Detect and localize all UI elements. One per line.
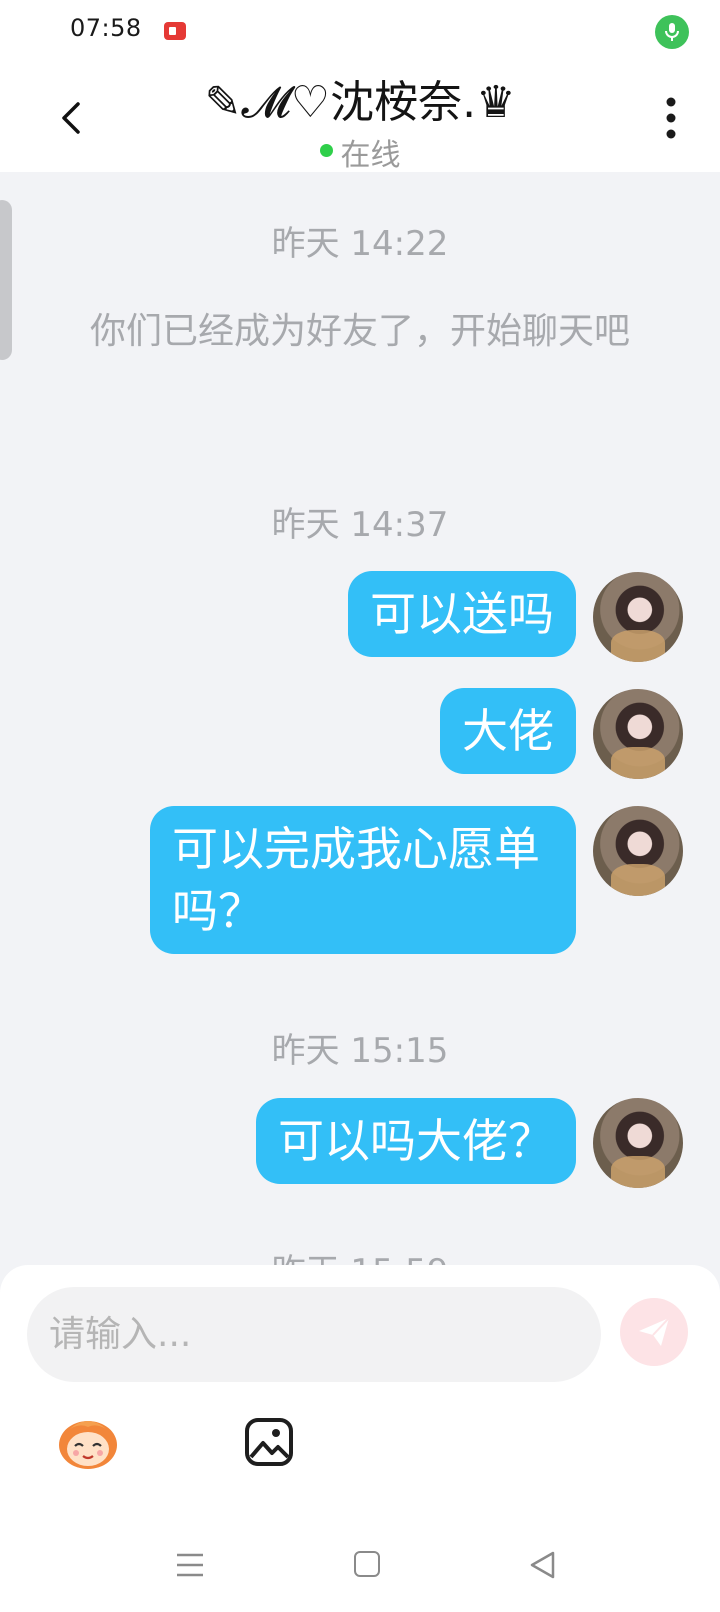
contact-name[interactable]: ✎𝓜♡沈桉奈.♛ xyxy=(150,66,570,130)
triangle-back-icon xyxy=(530,1551,555,1579)
image-button[interactable] xyxy=(244,1417,294,1467)
message-bubble[interactable]: 大佬 xyxy=(440,688,576,774)
avatar[interactable] xyxy=(593,806,683,896)
online-dot xyxy=(319,144,333,157)
avatar[interactable] xyxy=(593,1098,683,1188)
timestamp: 昨天 14:22 xyxy=(271,224,449,264)
online-status: 在线 xyxy=(0,130,720,174)
message-input[interactable] xyxy=(27,1287,601,1382)
system-message: 你们已经成为好友了，开始聊天吧 xyxy=(89,311,630,352)
menu-icon xyxy=(177,1553,203,1577)
status-time: 07:58 xyxy=(70,14,142,42)
send-button[interactable] xyxy=(620,1298,688,1366)
timestamp: 昨天 15:15 xyxy=(271,1031,449,1071)
status-bar: 07:58 xyxy=(0,0,720,64)
microphone-icon xyxy=(655,15,689,49)
message-bubble[interactable]: 可以吗大佬？ xyxy=(256,1098,576,1184)
image-icon xyxy=(245,1418,293,1466)
chat-header: ✎𝓜♡沈桉奈.♛ 在线 xyxy=(0,64,720,174)
avatar[interactable] xyxy=(593,689,683,779)
emoji-button[interactable] xyxy=(56,1415,120,1471)
home-button[interactable] xyxy=(354,1551,380,1577)
message-bubble[interactable]: 可以完成我心愿单吗？ xyxy=(150,806,576,954)
online-status-label: 在线 xyxy=(340,138,401,173)
screen-record-icon xyxy=(164,22,186,40)
send-icon xyxy=(639,1317,670,1346)
emoji-sticker-icon xyxy=(59,1421,117,1469)
message-bubble[interactable]: 可以送吗 xyxy=(348,571,576,657)
recents-button[interactable] xyxy=(176,1552,204,1578)
more-vertical-icon xyxy=(666,97,676,139)
system-back-button[interactable] xyxy=(528,1550,558,1580)
timestamp: 昨天 14:37 xyxy=(271,505,449,545)
avatar[interactable] xyxy=(593,572,683,662)
more-button[interactable] xyxy=(664,96,678,140)
system-nav-bar xyxy=(0,1540,720,1612)
